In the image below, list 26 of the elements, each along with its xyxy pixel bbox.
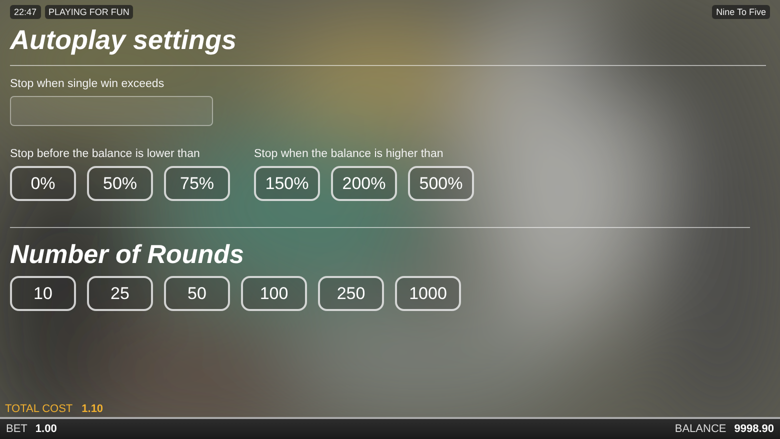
option-button[interactable]: 200% [331, 166, 397, 201]
total-cost-label: TOTAL COST [5, 403, 73, 415]
bet-label: BET [6, 423, 28, 435]
option-button[interactable]: 0% [10, 166, 76, 201]
option-button[interactable]: 100 [241, 276, 307, 311]
option-button[interactable]: 50 [164, 276, 230, 311]
option-button[interactable]: 75% [164, 166, 230, 201]
group-label: Stop before the balance is lower than [10, 148, 201, 160]
bet-value: 1.00 [35, 423, 57, 435]
group-label: Stop when the balance is higher than [254, 148, 444, 160]
option-button[interactable]: 25 [87, 276, 153, 311]
mode-badge: PLAYING FOR FUN [44, 5, 134, 19]
section-title: Number of Rounds [10, 238, 245, 270]
clock-badge: 22:47 [10, 5, 41, 19]
option-button[interactable]: 1000 [395, 276, 461, 311]
page-title: Autoplay settings [10, 24, 238, 57]
option-button[interactable]: 50% [87, 166, 153, 201]
option-button[interactable]: 500% [408, 166, 474, 201]
field-label: Stop when single win exceeds [10, 78, 166, 90]
option-button[interactable]: 150% [254, 166, 320, 201]
game-name-badge: Nine To Five [712, 5, 770, 19]
option-button[interactable]: 10 [10, 276, 76, 311]
option-button[interactable]: 250 [318, 276, 384, 311]
total-cost-value: 1.10 [82, 403, 104, 415]
balance-label: BALANCE [674, 423, 726, 435]
balance-value: 9998.90 [734, 423, 774, 435]
